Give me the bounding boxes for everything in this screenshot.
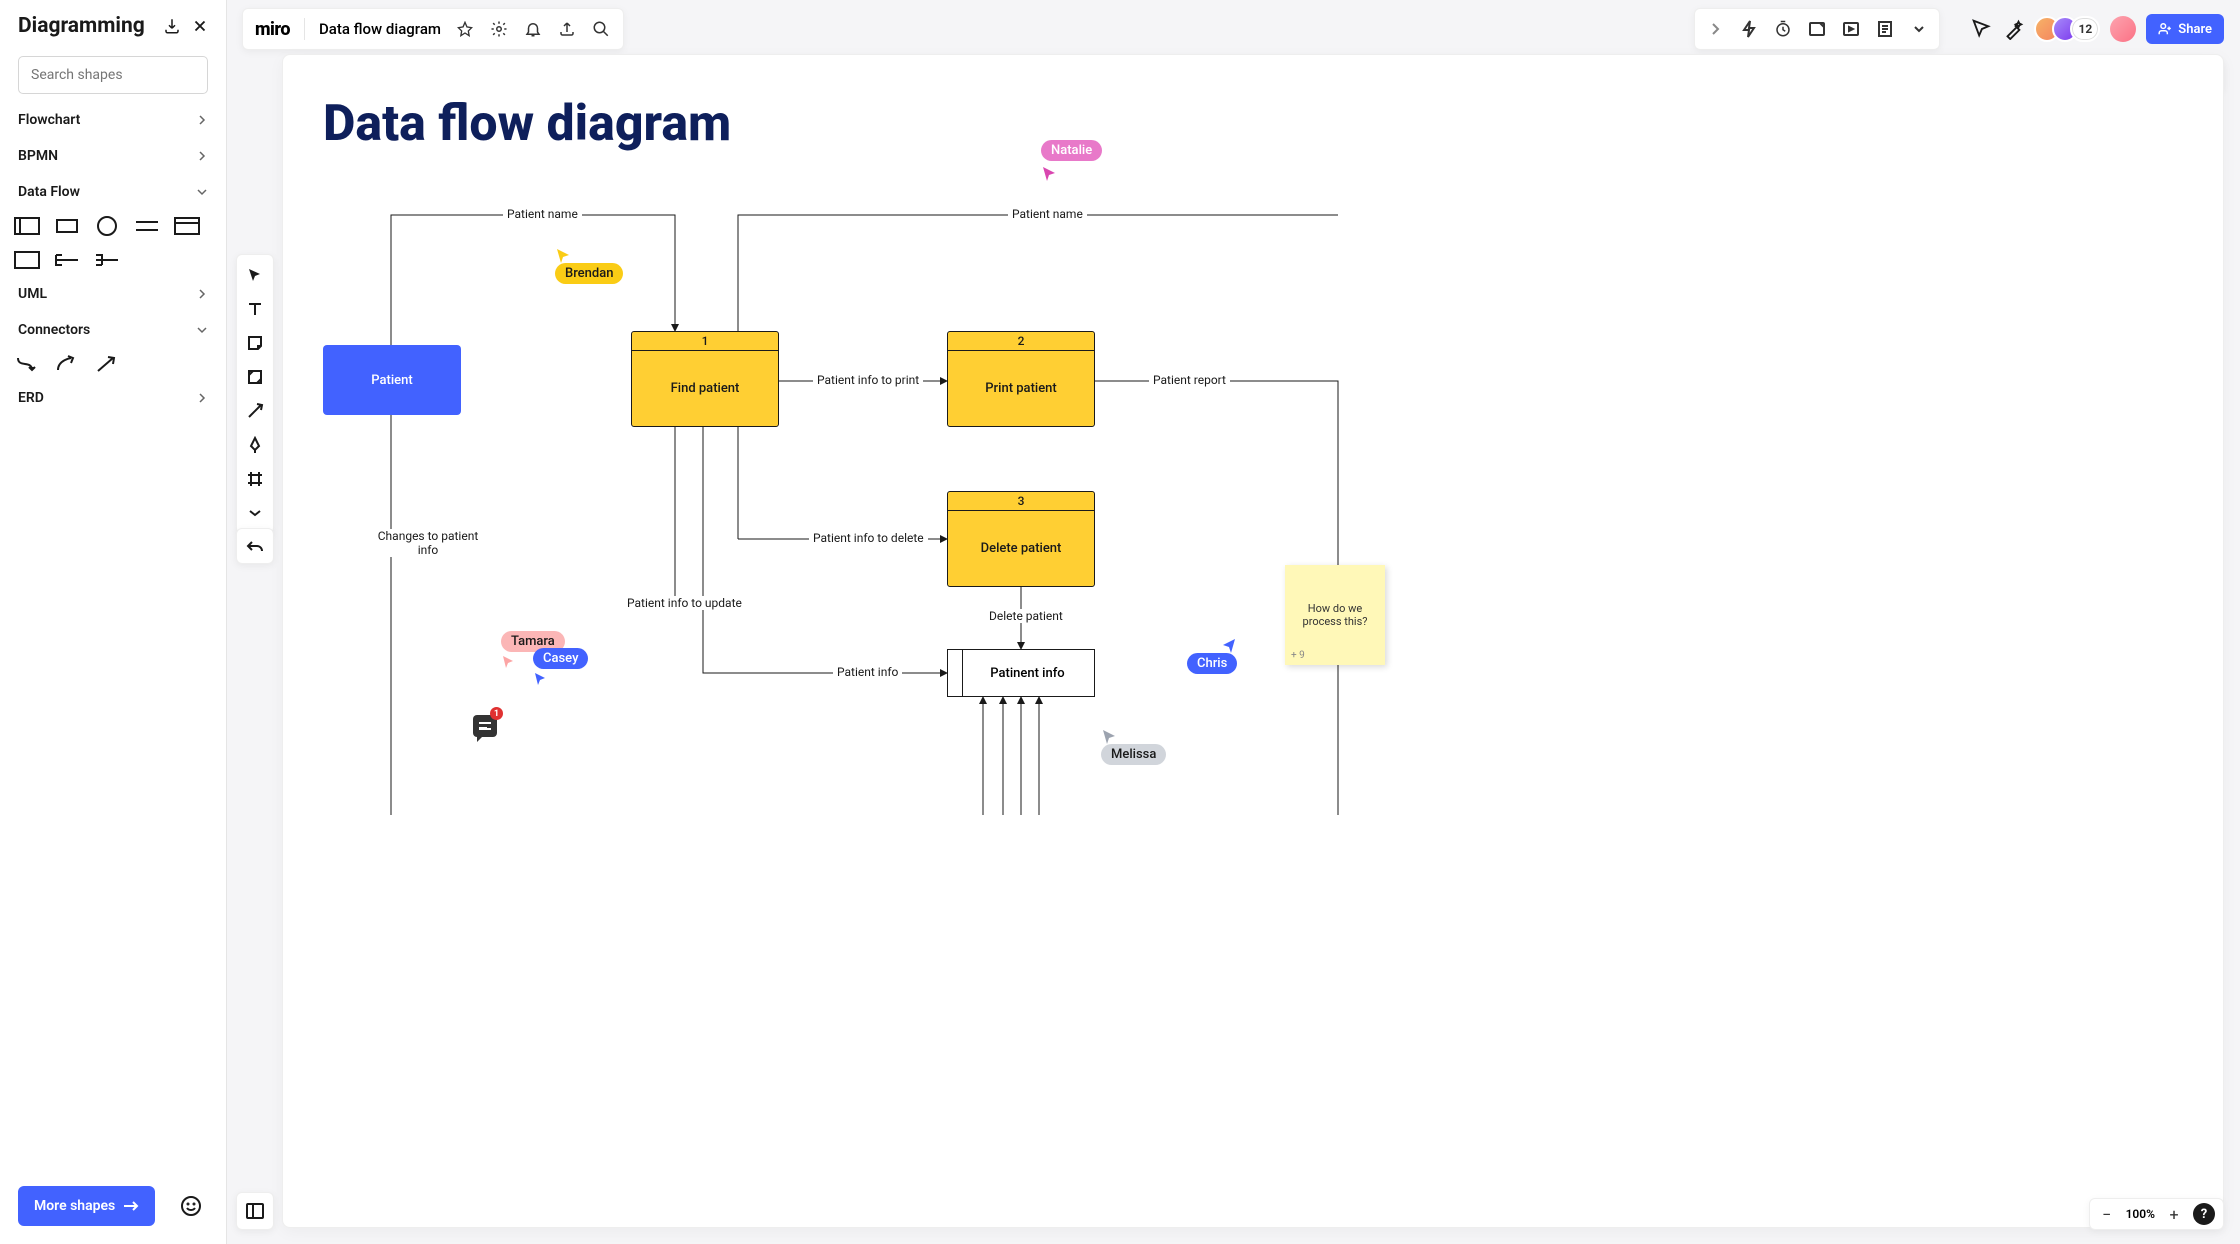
- import-icon[interactable]: [162, 16, 182, 36]
- pen-tool-icon[interactable]: [243, 433, 267, 457]
- edge-label: Patient name: [503, 207, 582, 221]
- tool-toolbar: [236, 254, 274, 534]
- top-share-bar: 12 Share: [1970, 8, 2224, 50]
- feedback-icon[interactable]: [174, 1189, 208, 1223]
- zoom-in-button[interactable]: +: [2165, 1205, 2183, 1223]
- connector-arrow-icon[interactable]: [94, 354, 120, 374]
- more-shapes-button[interactable]: More shapes: [18, 1186, 155, 1226]
- timer-icon[interactable]: [1773, 19, 1793, 39]
- shape-headerrect-icon[interactable]: [174, 216, 200, 236]
- bolt-icon[interactable]: [1739, 19, 1759, 39]
- diagram-edges: [283, 55, 2223, 1227]
- diagram-title: Data flow diagram: [323, 95, 731, 153]
- category-uml[interactable]: UML: [0, 276, 226, 312]
- dataflow-shapes: [0, 210, 226, 276]
- undo-button[interactable]: [236, 528, 274, 564]
- avatar-count[interactable]: 12: [2070, 16, 2100, 42]
- node-process-1[interactable]: 1Find patient: [631, 331, 779, 427]
- screen-icon[interactable]: [1841, 19, 1861, 39]
- help-button[interactable]: ?: [2193, 1203, 2215, 1225]
- avatar-stack[interactable]: 12: [2034, 16, 2100, 42]
- chevron-right-icon[interactable]: [1705, 19, 1725, 39]
- shape-lines-icon[interactable]: [134, 216, 160, 236]
- current-user-avatar[interactable]: [2110, 16, 2136, 42]
- remote-cursor: Brendan: [555, 247, 623, 284]
- zoom-level[interactable]: 100%: [2126, 1207, 2155, 1221]
- category-erd[interactable]: ERD: [0, 380, 226, 416]
- edge-label: Patient info to print: [813, 373, 923, 387]
- reactions-icon[interactable]: [2002, 18, 2024, 40]
- export-icon[interactable]: [557, 19, 577, 39]
- node-datastore[interactable]: Patinent info: [947, 649, 1095, 697]
- node-process-2[interactable]: 2Print patient: [947, 331, 1095, 427]
- diagramming-panel: Diagramming Flowchart BPMN Data Flow UML…: [0, 0, 227, 1244]
- category-dataflow[interactable]: Data Flow: [0, 174, 226, 210]
- edge-label: Patient name: [1008, 207, 1087, 221]
- canvas[interactable]: Data flow diagram Patient name Patient n…: [282, 54, 2224, 1228]
- cursor-tool-icon[interactable]: [1970, 18, 1992, 40]
- remote-cursor: Melissa: [1101, 728, 1166, 765]
- sticky-note[interactable]: How do we process this? + 9: [1285, 565, 1385, 665]
- close-icon[interactable]: [190, 16, 210, 36]
- notes-icon[interactable]: [1875, 19, 1895, 39]
- edge-label: Patient info to delete: [809, 531, 928, 545]
- category-flowchart[interactable]: Flowchart: [0, 102, 226, 138]
- share-button[interactable]: Share: [2146, 14, 2224, 44]
- category-bpmn[interactable]: BPMN: [0, 138, 226, 174]
- present-icon[interactable]: [1807, 19, 1827, 39]
- node-external-entity[interactable]: Patient: [323, 345, 461, 415]
- star-icon[interactable]: [455, 19, 475, 39]
- frame-tool-icon[interactable]: [243, 467, 267, 491]
- panel-title: Diagramming: [18, 14, 154, 38]
- shape-openbox-icon[interactable]: [54, 250, 80, 270]
- edge-label: Patient info: [833, 665, 902, 679]
- shape-doublerect-icon[interactable]: [14, 216, 40, 236]
- zoom-controls: − 100% + ?: [2089, 1198, 2224, 1230]
- shape-tool-icon[interactable]: [243, 365, 267, 389]
- more-tools-icon[interactable]: [243, 501, 267, 525]
- connector-shapes: [0, 348, 226, 380]
- more-apps-icon[interactable]: [1909, 19, 1929, 39]
- category-connectors[interactable]: Connectors: [0, 312, 226, 348]
- shape-circle-icon[interactable]: [94, 216, 120, 236]
- settings-icon[interactable]: [489, 19, 509, 39]
- top-apps-bar: [1694, 8, 1940, 50]
- shape-rect2-icon[interactable]: [14, 250, 40, 270]
- app-logo[interactable]: miro: [255, 19, 290, 40]
- edge-label: Patient report: [1149, 373, 1230, 387]
- shape-rect-icon[interactable]: [54, 216, 80, 236]
- edge-label: Delete patient: [985, 609, 1067, 623]
- zoom-out-button[interactable]: −: [2098, 1205, 2116, 1223]
- line-tool-icon[interactable]: [243, 399, 267, 423]
- connector-curve-icon[interactable]: [14, 354, 40, 374]
- sticky-tool-icon[interactable]: [243, 331, 267, 355]
- comment-icon[interactable]: 1: [473, 715, 497, 737]
- search-icon[interactable]: [591, 19, 611, 39]
- connector-arc-icon[interactable]: [54, 354, 80, 374]
- search-input[interactable]: [18, 56, 208, 94]
- node-process-3[interactable]: 3Delete patient: [947, 491, 1095, 587]
- remote-cursor: Casey: [533, 648, 588, 685]
- text-tool-icon[interactable]: [243, 297, 267, 321]
- panel-toggle-icon[interactable]: [236, 1192, 274, 1230]
- edge-label: Changes to patient info: [373, 529, 483, 557]
- edge-label: Patient info to update: [623, 596, 746, 610]
- select-tool-icon[interactable]: [243, 263, 267, 287]
- remote-cursor: Natalie: [1041, 140, 1102, 181]
- board-name[interactable]: Data flow diagram: [319, 20, 441, 38]
- remote-cursor: Chris: [1187, 637, 1237, 674]
- bell-icon[interactable]: [523, 19, 543, 39]
- board-header: miro Data flow diagram: [242, 8, 624, 50]
- shape-openbox2-icon[interactable]: [94, 250, 120, 270]
